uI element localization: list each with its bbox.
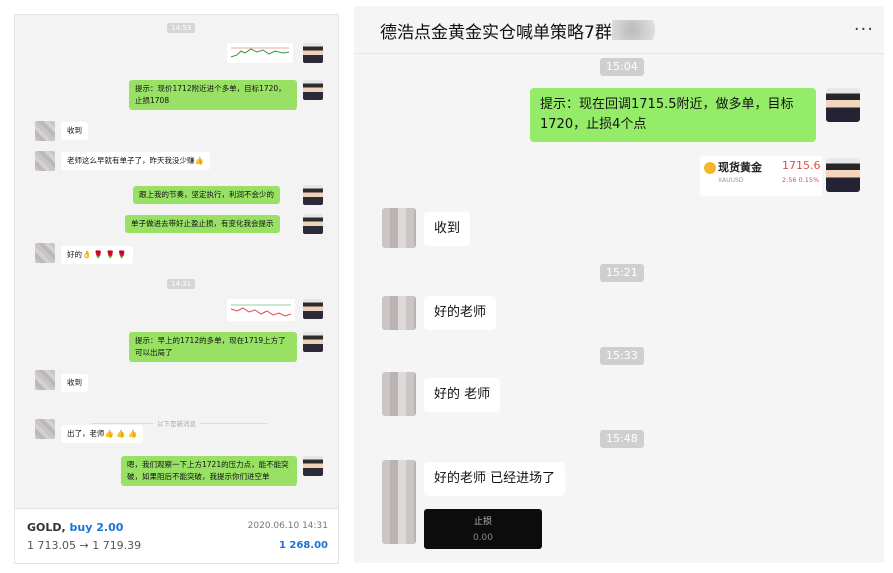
avatar[interactable] (303, 185, 323, 205)
avatar[interactable] (382, 208, 416, 248)
timestamp: 15:21 (600, 264, 644, 282)
trade-datetime: 2020.06.10 14:31 (247, 521, 328, 531)
message-bubble: 收到 (61, 122, 88, 140)
avatar[interactable] (303, 299, 323, 319)
avatar[interactable] (35, 151, 55, 171)
avatar[interactable] (382, 460, 416, 544)
avatar[interactable] (303, 43, 323, 63)
avatar[interactable] (35, 121, 55, 141)
message-bubble: 提示：现价1712附近进个多单，目标1720，止损1708 (129, 80, 297, 110)
avatar[interactable] (382, 296, 416, 330)
avatar[interactable] (35, 419, 55, 439)
message-bubble: 好的 老师 (424, 378, 501, 412)
message-bubble: 老师这么早就有单子了，昨天我没少赚👍 (61, 152, 210, 170)
timestamp: 15:33 (600, 347, 644, 365)
avatar[interactable] (382, 372, 416, 416)
trade-profit: 1 268.00 (278, 540, 328, 551)
timestamp: 15:48 (600, 430, 644, 448)
message-bubble: 单子做进去带好止盈止损，有变化我会提示 (125, 215, 280, 233)
message-bubble: 嗯，我们观察一下上方1721的压力点，能不能突破，如果阻后不能突破，我提示你们进… (121, 456, 297, 486)
avatar[interactable] (303, 80, 323, 100)
trade-prices: 1 713.05 → 1 719.39 (27, 539, 142, 552)
chart-image[interactable] (227, 299, 295, 321)
avatar[interactable] (303, 214, 323, 234)
avatar[interactable] (35, 243, 55, 263)
right-chat-panel: 德浩点金黄金实仓喊单策略7群 ... 15:04 提示：现在回调1715.5附近… (354, 6, 884, 563)
message-bubble: 收到 (424, 212, 471, 246)
quote-code: XAUUSD (718, 177, 744, 184)
message-bubble: 提示：现在回调1715.5附近，做多单，目标1720，止损4个点 (530, 88, 816, 142)
timestamp: 15:04 (600, 58, 644, 76)
message-bubble: 提示：早上的1712的多单，现在1719上方了可以出局了 (129, 332, 297, 362)
trade-symbol-line: GOLD, buy 2.00 (27, 521, 123, 534)
message-bubble: 好的老师 已经进场了 (424, 462, 566, 496)
trade-symbol: GOLD, (27, 521, 66, 534)
trade-action: buy 2.00 (69, 521, 124, 534)
message-bubble: 收到 (61, 374, 88, 392)
chart-thumbnail-icon (230, 47, 290, 58)
timestamp: 14:53 (167, 23, 196, 33)
quote-price: 1715.6 (782, 159, 821, 172)
trade-summary[interactable]: GOLD, buy 2.00 1 713.05 → 1 719.39 2020.… (14, 508, 339, 564)
stop-loss-value: 0.00 (472, 533, 494, 543)
avatar[interactable] (35, 370, 55, 390)
chart-image[interactable] (227, 43, 293, 63)
message-bubble: 出了，老师👍 👍 👍 (61, 425, 144, 443)
chat-header: 德浩点金黄金实仓喊单策略7群 ... (354, 6, 884, 54)
avatar[interactable] (303, 456, 323, 476)
more-options-icon[interactable]: ... (854, 14, 874, 35)
stop-loss-card[interactable]: 止损 0.00 (424, 509, 542, 549)
chat-title: 德浩点金黄金实仓喊单策略7群 (380, 23, 612, 43)
quote-name: 现货黄金 (718, 161, 762, 174)
blurred-region (612, 20, 662, 40)
gold-quote-card[interactable]: 现货黄金 XAUUSD 1715.6 2.56 0.15% (700, 156, 822, 196)
message-bubble: 好的老师 (424, 296, 497, 330)
quote-change: 2.56 0.15% (782, 176, 820, 184)
avatar[interactable] (303, 332, 323, 352)
message-bubble: 跟上我的节奏，坚定执行，利润不会少的 (133, 186, 280, 204)
stop-loss-label: 止损 (473, 517, 492, 527)
new-messages-divider: 以下是新消息 (153, 418, 200, 428)
avatar[interactable] (826, 158, 860, 192)
gold-coin-icon (704, 162, 716, 174)
avatar[interactable] (826, 88, 860, 122)
timestamp: 14:31 (167, 279, 196, 289)
chart-thumbnail-icon (230, 304, 292, 317)
left-chat-panel: 14:53 提示：现价1712附近进个多单，目标1720，止损1708 收到 老… (14, 14, 339, 562)
message-bubble: 好的👌 🌹 🌹 🌹 (61, 246, 133, 264)
